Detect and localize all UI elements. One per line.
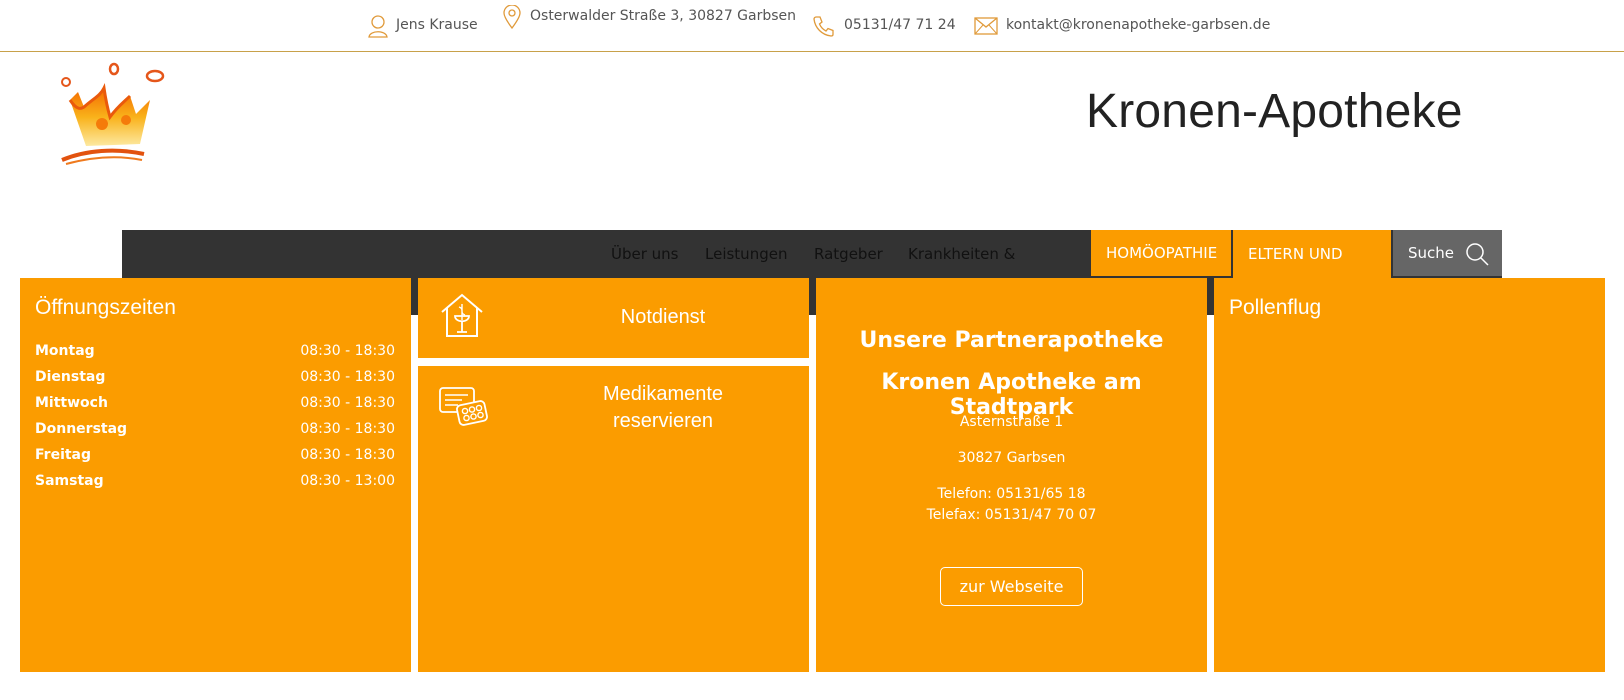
search-button[interactable]: Suche [1393, 230, 1502, 276]
search-icon [1466, 243, 1489, 266]
hours-day: Donnerstag [35, 421, 128, 437]
hours-time: 08:30 - 18:30 [300, 447, 395, 463]
opening-hours-panel: Öffnungszeiten Montag 08:30 - 18:30 Diens… [20, 278, 411, 672]
prescription-pills-icon [439, 387, 488, 426]
hours-time: 08:30 - 18:30 [300, 343, 395, 359]
hours-row: Dienstag 08:30 - 18:30 [35, 364, 395, 390]
nav-item-eltern-und[interactable]: ELTERN UND [1233, 230, 1391, 278]
hours-time: 08:30 - 18:30 [300, 395, 395, 411]
hours-time: 08:30 - 18:30 [300, 369, 395, 385]
pollen-panel: Pollenflug [1214, 278, 1605, 672]
partner-website-button[interactable]: zur Webseite [940, 567, 1083, 606]
hours-day: Samstag [35, 473, 104, 489]
person-icon [368, 15, 388, 38]
hours-row: Montag 08:30 - 18:30 [35, 338, 395, 364]
nav-item-ueber-uns[interactable]: Über uns [611, 230, 679, 278]
partner-phone: Telefon: 05131/65 18 [937, 486, 1086, 502]
partner-heading: Unsere Partnerapotheke [859, 328, 1164, 353]
hours-row: Mittwoch 08:30 - 18:30 [35, 390, 395, 416]
notdienst-label: Notdienst [620, 306, 706, 328]
hours-row: Samstag 08:30 - 13:00 [35, 468, 395, 494]
partner-fax: Telefax: 05131/47 70 07 [926, 507, 1097, 523]
contact-phone[interactable]: 05131/47 71 24 [812, 0, 956, 52]
contact-address: Osterwalder Straße 3, 30827 Garbsen [502, 0, 796, 43]
opening-hours-title: Öffnungszeiten [35, 296, 176, 319]
hours-time: 08:30 - 13:00 [300, 473, 395, 489]
hours-day: Mittwoch [35, 395, 108, 411]
hours-day: Montag [35, 343, 95, 359]
partner-pharmacy-panel: Unsere Partnerapotheke Kronen Apotheke a… [816, 278, 1207, 672]
reserve-label-line1: Medikamente [602, 383, 724, 405]
contact-name: Jens Krause [368, 0, 478, 52]
partner-name: Kronen Apotheke am Stadtpark [881, 370, 1142, 420]
crown-logo-icon [61, 62, 165, 165]
mail-icon [974, 17, 998, 35]
contact-bar: Jens Krause Osterwalder Straße 3, 30827 … [0, 0, 1624, 52]
hours-row: Donnerstag 08:30 - 18:30 [35, 416, 395, 442]
partner-street: Asternstraße 1 [959, 414, 1064, 430]
hours-row: Freitag 08:30 - 18:30 [35, 442, 395, 468]
phone-icon [813, 16, 834, 37]
site-title: Kronen-Apotheke [1086, 85, 1463, 138]
hours-day: Dienstag [35, 369, 106, 385]
nav-item-homoeopathie[interactable]: HOMÖOPATHIE [1091, 230, 1231, 276]
contact-email[interactable]: kontakt@kronenapotheke-garbsen.de [974, 0, 1270, 52]
location-pin-icon [503, 5, 521, 29]
reserve-medication-tile[interactable]: Medikamente reservieren [418, 366, 809, 672]
hours-time: 08:30 - 18:30 [300, 421, 395, 437]
nav-item-leistungen[interactable]: Leistungen [705, 230, 787, 278]
nav-item-ratgeber[interactable]: Ratgeber [814, 230, 883, 278]
reserve-label-line2: reservieren [612, 410, 714, 432]
partner-city: 30827 Garbsen [957, 450, 1066, 466]
notdienst-tile[interactable]: Notdienst [418, 278, 809, 358]
nav-item-krankheiten[interactable]: Krankheiten & [908, 230, 1015, 278]
crown-logo[interactable] [56, 62, 168, 170]
search-label: Suche [1408, 244, 1455, 262]
pollen-title: Pollenflug [1229, 296, 1322, 319]
pharmacy-house-icon [441, 293, 483, 337]
hours-day: Freitag [35, 447, 92, 463]
reserve-label: Medikamente reservieren [538, 381, 788, 435]
